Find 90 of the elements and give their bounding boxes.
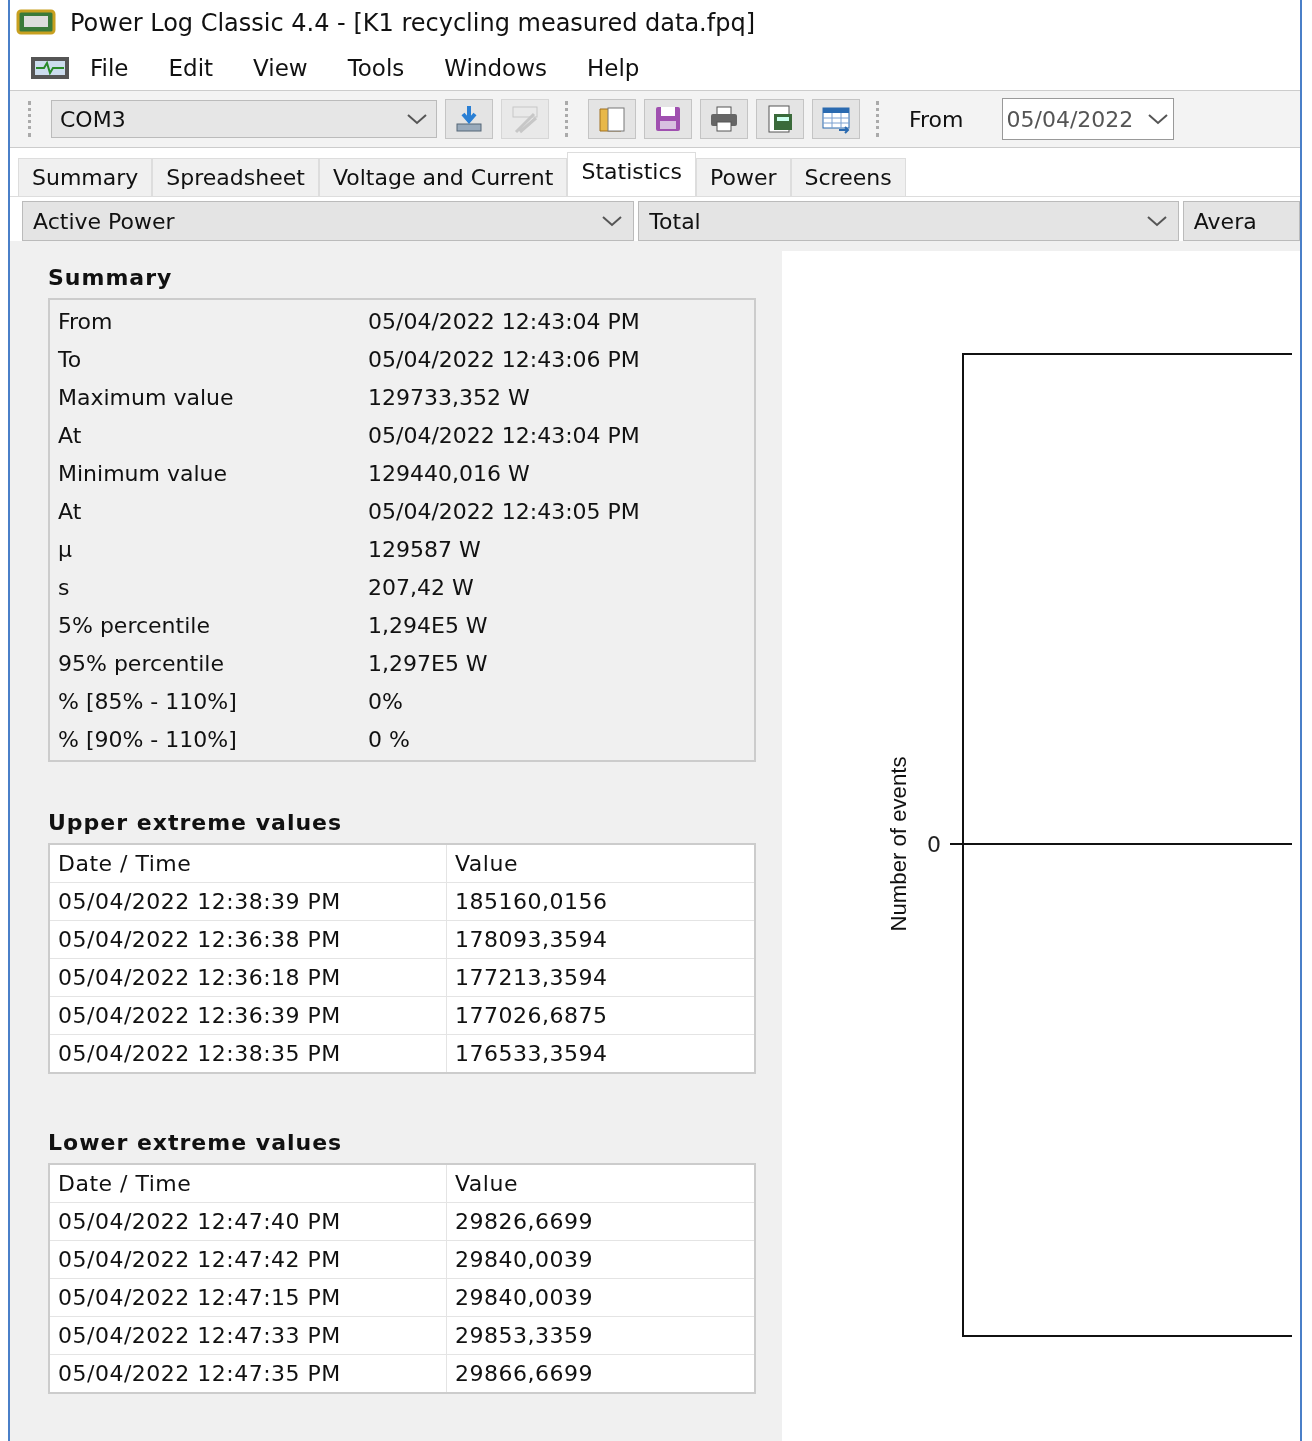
stat-value: 129440,016 W (368, 460, 530, 486)
dropdown[interactable]: Active Power (22, 201, 635, 241)
toolbar-button[interactable] (445, 99, 493, 139)
dropdown[interactable]: Total (638, 201, 1179, 241)
tab[interactable]: Summary (18, 158, 153, 196)
stat-label: 5% percentile (58, 612, 211, 638)
calculator-icon (765, 104, 795, 134)
printer-icon (709, 104, 739, 134)
table-cell: 176533,3594 (446, 1034, 755, 1073)
app-icon (16, 9, 56, 37)
stat-value: 05/04/2022 12:43:06 PM (368, 346, 640, 372)
stat-label: µ (58, 536, 73, 562)
table-cell: 05/04/2022 12:36:38 PM (49, 920, 447, 959)
stat-label: From (58, 308, 114, 334)
column-header: Value (446, 1164, 755, 1203)
table-cell: 05/04/2022 12:38:39 PM (49, 882, 447, 921)
toolbar-button[interactable] (700, 99, 748, 139)
table-cell: 05/04/2022 12:47:15 PM (49, 1278, 447, 1317)
column-header: Date / Time (49, 844, 447, 883)
table-cell: 05/04/2022 12:36:18 PM (49, 958, 447, 997)
stat-label: % [85% - 110%] (58, 688, 238, 714)
table-cell: 05/04/2022 12:47:42 PM (49, 1240, 447, 1279)
document-icon (597, 104, 627, 134)
table-icon (821, 104, 851, 134)
stat-label: Minimum value (58, 460, 229, 486)
stat-value: 0% (368, 688, 403, 714)
stat-value: 05/04/2022 12:43:04 PM (368, 308, 640, 334)
table-cell: 29840,0039 (446, 1240, 755, 1279)
stat-value: 1,297E5 W (368, 650, 488, 676)
chevron-down-icon (406, 113, 428, 125)
toolbar-button[interactable] (644, 99, 692, 139)
toolbar-button[interactable] (812, 99, 860, 139)
tick-label: 0 (927, 832, 941, 857)
window-title: Power Log Classic 4.4 - [K1 recycling measured data.fpq] (70, 9, 756, 37)
download-icon (454, 104, 484, 134)
chevron-down-icon (1145, 215, 1168, 227)
tab[interactable]: Power (696, 158, 791, 196)
stat-label: At (58, 422, 83, 448)
table-cell: 05/04/2022 12:47:40 PM (49, 1202, 447, 1241)
chevron-down-icon (1147, 113, 1170, 125)
port-dropdown[interactable]: COM3 (51, 100, 437, 138)
stat-label: Maximum value (58, 384, 235, 410)
menu-item[interactable]: Edit (148, 55, 234, 81)
table-cell: 05/04/2022 12:47:35 PM (49, 1354, 447, 1393)
table-cell: 185160,0156 (446, 882, 755, 921)
table-cell: 05/04/2022 12:36:39 PM (49, 996, 447, 1035)
waveform-icon (30, 56, 70, 80)
table-cell: 29826,6699 (446, 1202, 755, 1241)
stat-label: s (58, 574, 71, 600)
stat-label: At (58, 498, 83, 524)
dropdown[interactable]: Avera (1182, 201, 1300, 241)
table-cell: 05/04/2022 12:38:35 PM (49, 1034, 447, 1073)
tab[interactable]: Screens (790, 158, 906, 196)
section-heading: Lower extreme values (48, 1130, 344, 1155)
toolbar-button[interactable] (756, 99, 804, 139)
menu-item[interactable]: Tools (327, 55, 425, 81)
menu-item[interactable]: Windows (424, 55, 567, 81)
stat-label: % [90% - 110%] (58, 726, 238, 752)
tab[interactable]: Voltage and Current (318, 158, 568, 196)
tab[interactable]: Statistics (567, 152, 696, 196)
tab[interactable]: Spreadsheet (152, 158, 319, 196)
table-cell: 05/04/2022 12:47:33 PM (49, 1316, 447, 1355)
section-heading: Upper extreme values (48, 810, 344, 835)
stat-value: 1,294E5 W (368, 612, 488, 638)
menu-item[interactable]: View (233, 55, 328, 81)
menu-item[interactable]: File (70, 55, 149, 81)
chevron-down-icon (601, 215, 624, 227)
table-cell: 177026,6875 (446, 996, 755, 1035)
date-field[interactable]: 05/04/2022 (1001, 98, 1175, 140)
stat-label: To (58, 346, 83, 372)
table-cell: 177213,3594 (446, 958, 755, 997)
axis-label: Number of events (886, 757, 911, 932)
table-cell: 29853,3359 (446, 1316, 755, 1355)
column-header: Value (446, 844, 755, 883)
stat-value: 207,42 W (368, 574, 474, 600)
table-cell: 29866,6699 (446, 1354, 755, 1393)
stat-value: 05/04/2022 12:43:05 PM (368, 498, 640, 524)
stat-label: 95% percentile (58, 650, 225, 676)
section-heading: Summary (48, 265, 174, 290)
save-icon (653, 104, 683, 134)
toolbar-button[interactable] (588, 99, 636, 139)
table-cell: 29840,0039 (446, 1278, 755, 1317)
column-header: Date / Time (49, 1164, 447, 1203)
from-label: From (909, 106, 964, 132)
stat-value: 05/04/2022 12:43:04 PM (368, 422, 640, 448)
stat-value: 129587 W (368, 536, 481, 562)
stat-value: 129733,352 W (368, 384, 530, 410)
menu-item[interactable]: Help (567, 55, 660, 81)
table-cell: 178093,3594 (446, 920, 755, 959)
stat-value: 0 % (368, 726, 410, 752)
